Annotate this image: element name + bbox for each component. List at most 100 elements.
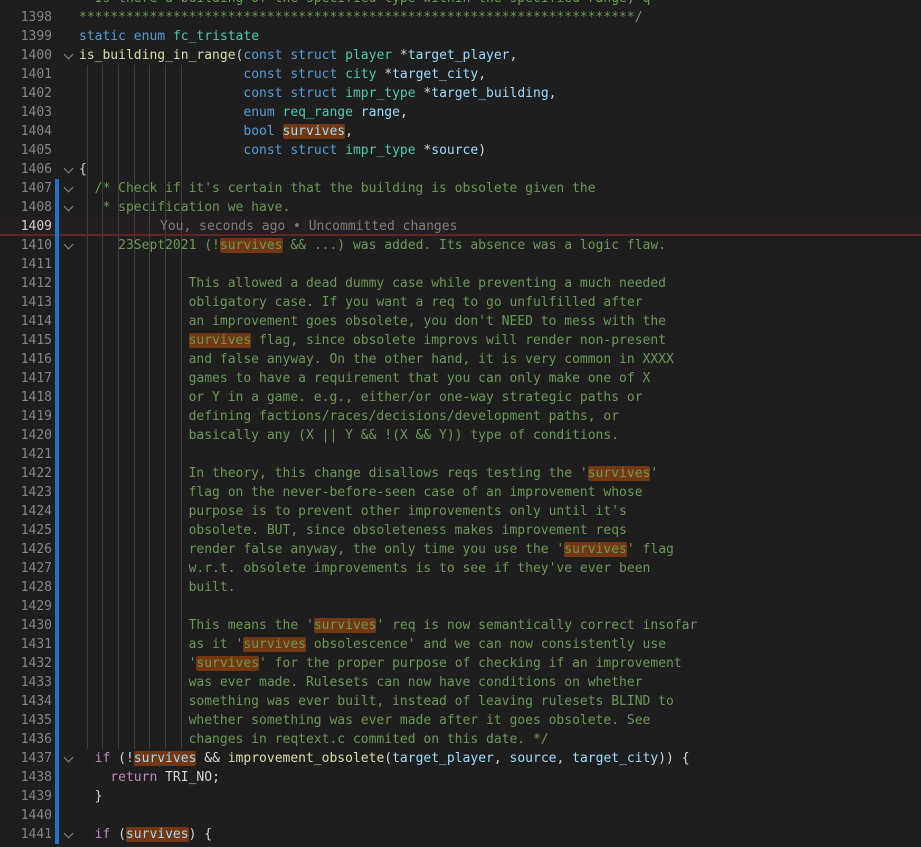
line-number[interactable]: 1426 xyxy=(0,540,52,559)
code-line[interactable]: 1413 obligatory case. If you want a req … xyxy=(0,293,921,312)
fold-chevron-icon[interactable] xyxy=(61,179,77,198)
code-line[interactable]: 1424 purpose is to prevent other improve… xyxy=(0,502,921,521)
code-line[interactable]: 1428 built. xyxy=(0,578,921,597)
line-number[interactable]: 1417 xyxy=(0,369,52,388)
code-line[interactable]: 1430 This means the 'survives' req is no… xyxy=(0,616,921,635)
line-number[interactable]: 1437 xyxy=(0,749,52,768)
code-line[interactable]: 1420 basically any (X || Y && !(X && Y))… xyxy=(0,426,921,445)
line-number[interactable]: 1403 xyxy=(0,103,52,122)
line-number[interactable]: 1438 xyxy=(0,768,52,787)
code-line[interactable]: 1400is_building_in_range(const struct pl… xyxy=(0,46,921,65)
code-line[interactable]: 1408 * specification we have. xyxy=(0,198,921,217)
code-line[interactable]: 1399static enum fc_tristate xyxy=(0,27,921,46)
code-line[interactable]: 1427 w.r.t. obsolete improvements is to … xyxy=(0,559,921,578)
line-number[interactable]: 1418 xyxy=(0,388,52,407)
code-line[interactable]: 1423 flag on the never-before-seen case … xyxy=(0,483,921,502)
line-number[interactable]: 1411 xyxy=(0,255,52,274)
line-number[interactable]: 1433 xyxy=(0,673,52,692)
fold-chevron-icon[interactable] xyxy=(61,825,77,844)
code-line[interactable]: 1403 enum req_range range, xyxy=(0,103,921,122)
code-line[interactable]: 1410 23Sept2021 (!survives && ...) was a… xyxy=(0,236,921,255)
line-number[interactable]: 1405 xyxy=(0,141,52,160)
line-number[interactable]: 1423 xyxy=(0,483,52,502)
code-line[interactable]: 1435 whether something was ever made aft… xyxy=(0,711,921,730)
fold-chevron-icon[interactable] xyxy=(61,46,77,65)
code-line[interactable]: 1417 games to have a requirement that yo… xyxy=(0,369,921,388)
line-number[interactable]: 1408 xyxy=(0,198,52,217)
code-line[interactable]: 1398************************************… xyxy=(0,8,921,27)
search-match-highlight: survives xyxy=(564,542,627,557)
line-number[interactable]: 1402 xyxy=(0,84,52,103)
line-number[interactable]: 1412 xyxy=(0,274,52,293)
code-line[interactable]: 1414 an improvement goes obsolete, you d… xyxy=(0,312,921,331)
line-number[interactable]: 1428 xyxy=(0,578,52,597)
line-number[interactable]: 1420 xyxy=(0,426,52,445)
fold-chevron-icon[interactable] xyxy=(61,749,77,768)
line-number[interactable]: 1421 xyxy=(0,445,52,464)
code-text: obsolete. BUT, since obsoleteness makes … xyxy=(79,521,627,540)
line-number[interactable]: 1431 xyxy=(0,635,52,654)
code-line[interactable]: 1401 const struct city *target_city, xyxy=(0,65,921,84)
code-line[interactable]: 1432 'survives' for the proper purpose o… xyxy=(0,654,921,673)
code-line[interactable]: 1439 } xyxy=(0,787,921,806)
code-line[interactable]: 1411 xyxy=(0,255,921,274)
code-line[interactable]: 1441 if (survives) { xyxy=(0,825,921,844)
line-number[interactable]: 1435 xyxy=(0,711,52,730)
line-number[interactable]: 1413 xyxy=(0,293,52,312)
code-line[interactable]: 1422 In theory, this change disallows re… xyxy=(0,464,921,483)
code-line[interactable]: 1407 /* Check if it's certain that the b… xyxy=(0,179,921,198)
line-number[interactable]: 1440 xyxy=(0,806,52,825)
code-line[interactable]: 1436 changes in reqtext.c commited on th… xyxy=(0,730,921,749)
code-line[interactable]: 1404 bool survives, xyxy=(0,122,921,141)
code-line[interactable]: 1412 This allowed a dead dummy case whil… xyxy=(0,274,921,293)
fold-chevron-icon[interactable] xyxy=(61,236,77,255)
code-line[interactable]: 1438 return TRI_NO; xyxy=(0,768,921,787)
line-number[interactable]: 1441 xyxy=(0,825,52,844)
line-number[interactable]: 1401 xyxy=(0,65,52,84)
code-line[interactable]: 1426 render false anyway, the only time … xyxy=(0,540,921,559)
line-number[interactable]: 1439 xyxy=(0,787,52,806)
line-number[interactable]: 1432 xyxy=(0,654,52,673)
code-line[interactable]: 1419 defining factions/races/decisions/d… xyxy=(0,407,921,426)
line-number[interactable]: 1409 xyxy=(0,217,52,236)
code-line[interactable]: 1440 xyxy=(0,806,921,825)
line-number[interactable]: 1399 xyxy=(0,27,52,46)
line-number[interactable]: 1404 xyxy=(0,122,52,141)
line-number[interactable]: 1414 xyxy=(0,312,52,331)
blame-annotation-row[interactable]: 1409You, seconds ago • Uncommitted chang… xyxy=(0,217,921,236)
line-number[interactable]: 1436 xyxy=(0,730,52,749)
line-number[interactable]: 1416 xyxy=(0,350,52,369)
line-number[interactable]: 1419 xyxy=(0,407,52,426)
line-number[interactable]: 1434 xyxy=(0,692,52,711)
fold-chevron-icon[interactable] xyxy=(61,160,77,179)
code-line[interactable]: 1416 and false anyway. On the other hand… xyxy=(0,350,921,369)
gutter-modified-indicator[interactable] xyxy=(55,179,59,844)
line-number[interactable]: 1407 xyxy=(0,179,52,198)
code-line[interactable]: 1431 as it 'survives obsolescence' and w… xyxy=(0,635,921,654)
code-line[interactable]: 1415 survives flag, since obsolete impro… xyxy=(0,331,921,350)
code-line[interactable]: 1425 obsolete. BUT, since obsoleteness m… xyxy=(0,521,921,540)
line-number[interactable]: 1425 xyxy=(0,521,52,540)
line-number[interactable]: 1422 xyxy=(0,464,52,483)
code-line[interactable]: 1402 const struct impr_type *target_buil… xyxy=(0,84,921,103)
code-line[interactable]: 1433 was ever made. Rulesets can now hav… xyxy=(0,673,921,692)
line-number[interactable]: 1400 xyxy=(0,46,52,65)
code-line[interactable]: 1429 xyxy=(0,597,921,616)
code-line[interactable]: Is there a building of the specified typ… xyxy=(0,0,921,8)
line-number[interactable]: 1398 xyxy=(0,8,52,27)
code-line[interactable]: 1418 or Y in a game. e.g., either/or one… xyxy=(0,388,921,407)
line-number[interactable]: 1430 xyxy=(0,616,52,635)
code-token xyxy=(275,124,283,139)
line-number[interactable]: 1424 xyxy=(0,502,52,521)
code-line[interactable]: 1437 if (!survives && improvement_obsole… xyxy=(0,749,921,768)
code-line[interactable]: 1434 something was ever built, instead o… xyxy=(0,692,921,711)
code-line[interactable]: 1406{ xyxy=(0,160,921,179)
fold-chevron-icon[interactable] xyxy=(61,198,77,217)
line-number[interactable]: 1429 xyxy=(0,597,52,616)
code-line[interactable]: 1421 xyxy=(0,445,921,464)
line-number[interactable]: 1406 xyxy=(0,160,52,179)
line-number[interactable]: 1410 xyxy=(0,236,52,255)
line-number[interactable]: 1427 xyxy=(0,559,52,578)
line-number[interactable]: 1415 xyxy=(0,331,52,350)
code-line[interactable]: 1405 const struct impr_type *source) xyxy=(0,141,921,160)
